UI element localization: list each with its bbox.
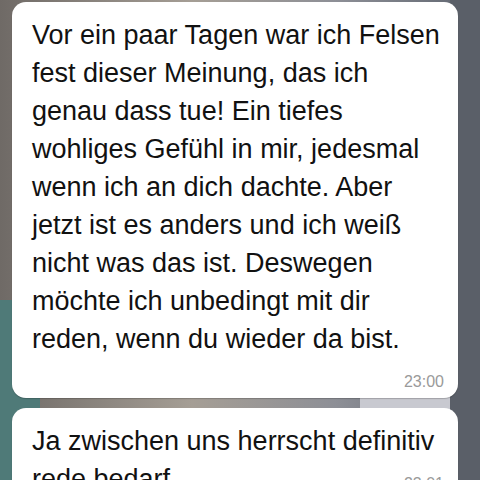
message-bubble[interactable]: Vor ein paar Tagen war ich Felsen fest d…	[12, 2, 458, 398]
chat-screen: Vor ein paar Tagen war ich Felsen fest d…	[0, 0, 480, 480]
message-text: Ja zwischen uns herrscht definitiv rede …	[32, 426, 434, 480]
message-time: 23:01	[404, 470, 444, 480]
message-list[interactable]: Vor ein paar Tagen war ich Felsen fest d…	[0, 0, 480, 480]
message-bubble[interactable]: Ja zwischen uns herrscht definitiv rede …	[12, 408, 458, 480]
message-text: Vor ein paar Tagen war ich Felsen fest d…	[32, 20, 440, 354]
message-time: 23:00	[404, 368, 444, 396]
